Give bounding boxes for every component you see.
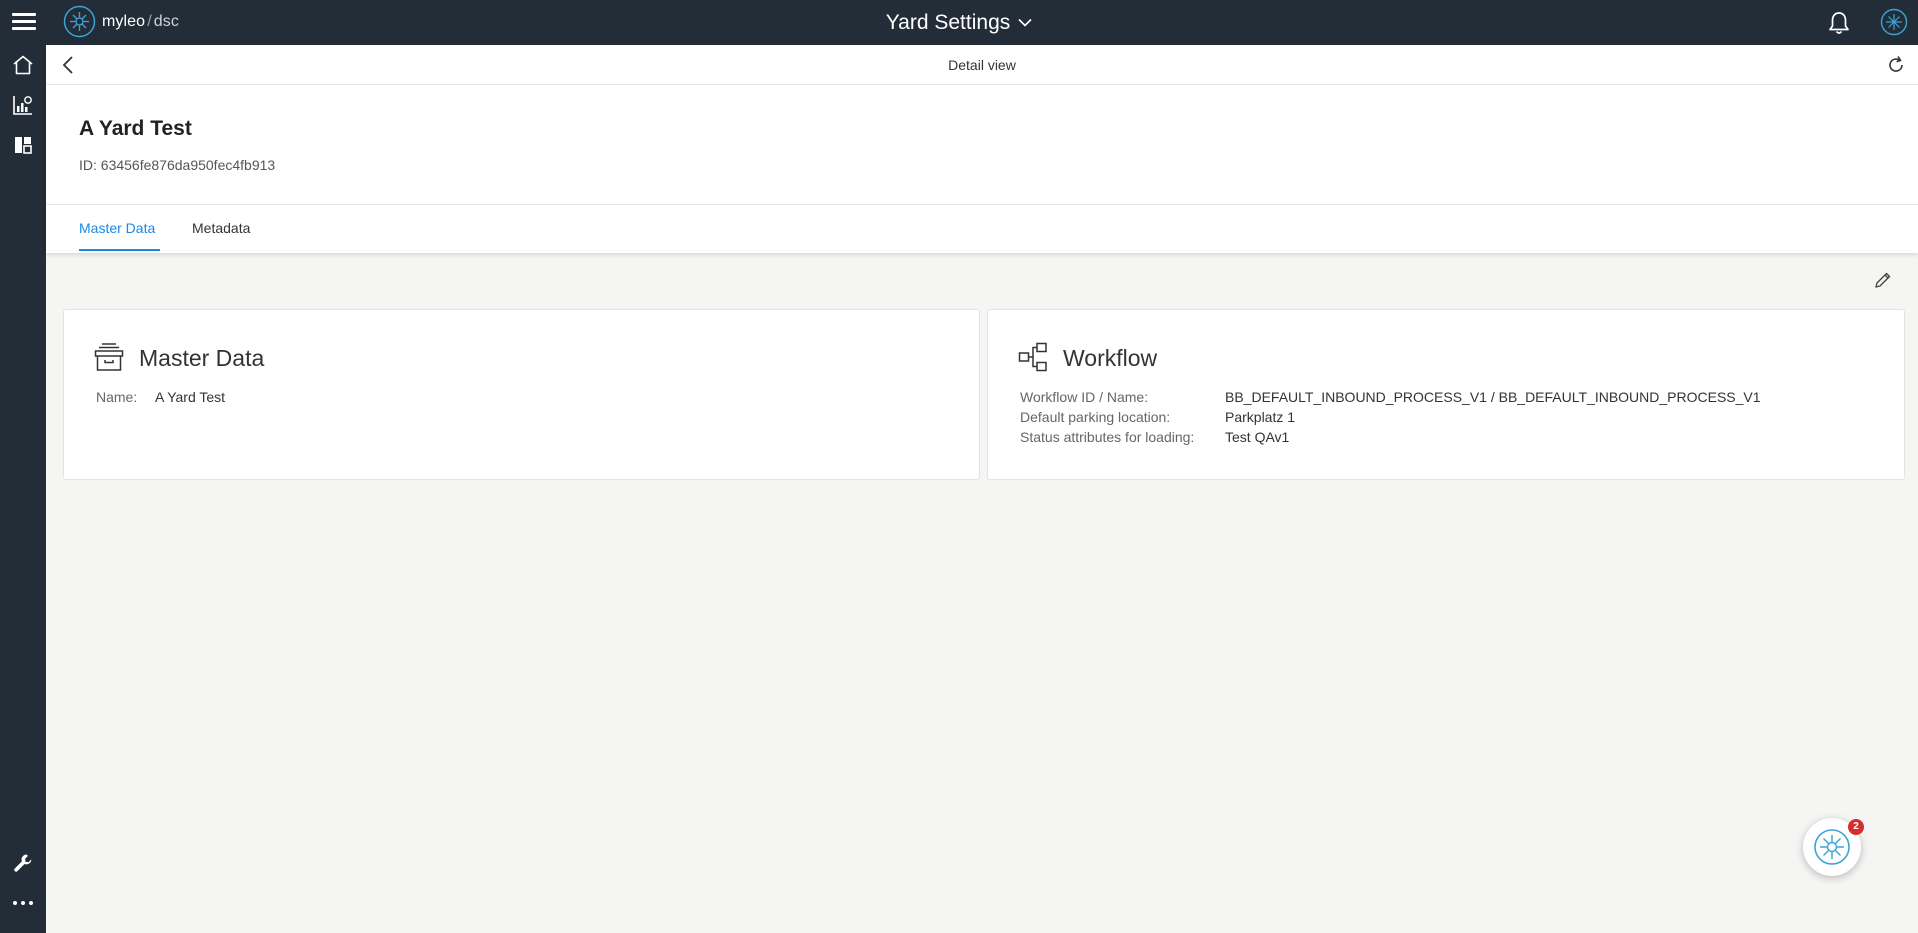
field-value: Test QAv1 (1225, 429, 1290, 445)
workflow-diagram-icon (1018, 342, 1047, 372)
sidebar-item-home[interactable] (9, 51, 37, 79)
brand-sub: dsc (153, 12, 179, 30)
assistant-icon (1814, 829, 1850, 865)
field-label: Workflow ID / Name: (1020, 389, 1149, 405)
record-title: A Yard Test (79, 117, 192, 140)
field-label: Name: (96, 389, 138, 405)
user-avatar-icon[interactable] (1880, 8, 1908, 36)
detail-view-label: Detail view (948, 57, 1016, 73)
more-dots-icon (13, 901, 33, 905)
tabs-divider (46, 204, 1918, 205)
wrench-icon (14, 854, 32, 872)
brand-separator: / (147, 12, 152, 30)
sidebar-item-more[interactable] (9, 889, 37, 917)
sidebar-item-tools[interactable] (9, 849, 37, 877)
record-id-value: 63456fe876da950fec4fb913 (100, 157, 276, 173)
chart-icon (13, 96, 32, 115)
record-id-label: ID: (79, 157, 97, 173)
refresh-icon[interactable] (1886, 55, 1906, 75)
tab-metadata[interactable]: Metadata (192, 220, 250, 236)
archive-box-icon (94, 343, 124, 371)
master-data-card: Master Data Name: A Yard Test (63, 309, 980, 480)
assistant-notification-badge: 2 (1848, 819, 1864, 835)
field-value: A Yard Test (155, 389, 226, 405)
logo-icon (63, 5, 96, 38)
tab-master-data[interactable]: Master Data (79, 220, 155, 236)
workflow-card: Workflow Workflow ID / Name: BB_DEFAULT_I… (987, 309, 1905, 480)
notification-bell-icon[interactable] (1826, 10, 1852, 36)
brand-name: myleo (102, 12, 146, 30)
page-title-dropdown[interactable]: Yard Settings (886, 11, 1033, 35)
chevron-down-icon (1018, 18, 1032, 27)
hamburger-menu-icon[interactable] (10, 8, 38, 36)
field-label: Default parking location: (1020, 409, 1171, 425)
sidebar-item-analytics[interactable] (9, 91, 37, 119)
detail-subbar: Detail view (46, 45, 1918, 85)
workflow-card-title: Workflow (1063, 345, 1158, 371)
field-label: Status attributes for loading: (1020, 429, 1195, 445)
field-value: Parkplatz 1 (1225, 409, 1296, 425)
workflow-field-id: Workflow ID / Name: BB_DEFAULT_INBOUND_PR… (1020, 389, 1761, 405)
sidebar-item-dashboard[interactable] (9, 131, 37, 159)
record-id: ID: 63456fe876da950fec4fb913 (79, 157, 275, 173)
top-bar: myleo / dsc Yard Settings (0, 0, 1918, 45)
dashboard-icon (15, 137, 32, 154)
master-data-field-name: Name: A Yard Test (96, 389, 225, 405)
workflow-field-parking: Default parking location: Parkplatz 1 (1020, 409, 1295, 425)
brand-text: myleo / dsc (102, 13, 179, 31)
sidebar (0, 45, 46, 933)
brand-logo[interactable]: myleo / dsc (63, 5, 179, 38)
master-data-card-title: Master Data (139, 345, 265, 371)
detail-header: Detail view A Yard Test ID: 63456fe876da… (46, 45, 1918, 253)
active-tab-indicator (79, 249, 160, 251)
home-icon (13, 55, 33, 75)
field-value: BB_DEFAULT_INBOUND_PROCESS_V1 / BB_DEFAU… (1225, 389, 1761, 405)
page-title: Yard Settings (885, 10, 1011, 34)
edit-pencil-icon[interactable] (1873, 270, 1893, 290)
workflow-field-status: Status attributes for loading: Test QAv1 (1020, 429, 1289, 445)
